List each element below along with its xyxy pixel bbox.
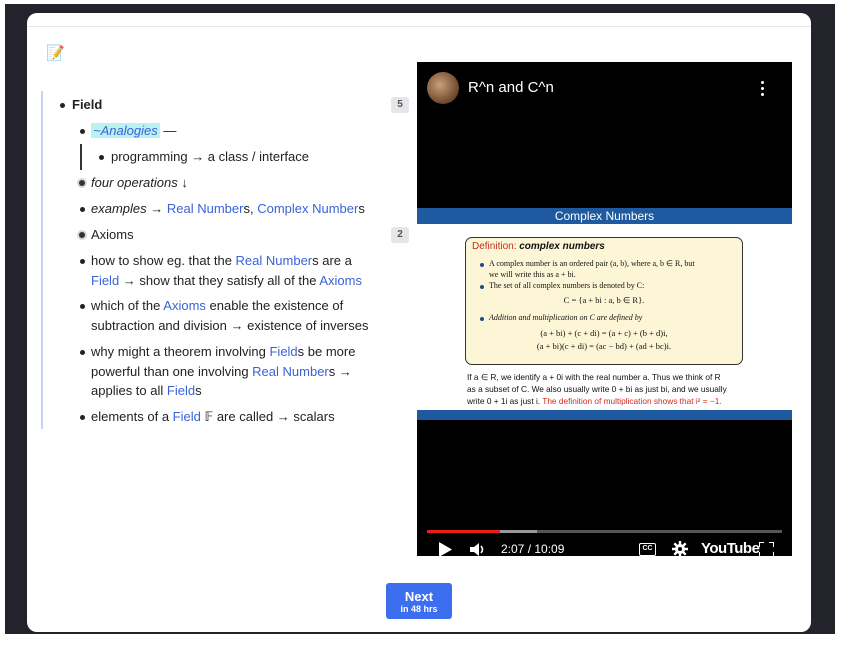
slide-bullet xyxy=(480,263,484,267)
review-card: 📝 Field 5 ~Analogies — programming → a c… xyxy=(27,13,811,632)
slide-equation: C = {a + bi : a, b ∈ R}. xyxy=(563,295,645,305)
youtube-logo[interactable]: YouTube xyxy=(701,540,760,556)
volume-icon[interactable] xyxy=(470,542,488,556)
slide-bullet xyxy=(480,285,484,289)
definition-header: Definition: complex numbers xyxy=(472,241,605,252)
text: which of the xyxy=(91,298,164,313)
axioms-link[interactable]: Axioms xyxy=(163,298,206,313)
bullet xyxy=(80,350,85,355)
slide-footer-highlight: The definition of multiplication shows t… xyxy=(542,396,722,406)
progress-bar[interactable] xyxy=(427,530,782,533)
bullet xyxy=(80,259,85,264)
slide-text: we will write this as a + bi. xyxy=(489,270,576,279)
bullet xyxy=(80,207,85,212)
field-link[interactable]: Field xyxy=(173,409,201,424)
slide-bullet xyxy=(480,317,484,321)
text: s → xyxy=(328,363,352,379)
real-number-link[interactable]: Real Number xyxy=(252,364,329,379)
bullet xyxy=(80,415,85,420)
text: elements of a xyxy=(91,409,173,424)
slide-equation: (a + bi)(c + di) = (ac − bd) + (ad + bc)… xyxy=(536,341,672,351)
outline-item-four-operations[interactable]: four operations ↓ xyxy=(91,173,188,193)
youtube-player[interactable]: R^n and C^n Complex Numbers Definition: … xyxy=(417,62,792,556)
next-label: Next xyxy=(404,589,434,604)
definition-box: Definition: complex numbers A complex nu… xyxy=(465,237,743,365)
real-number-link[interactable]: Real Number xyxy=(236,253,313,268)
app-frame: 📝 Field 5 ~Analogies — programming → a c… xyxy=(5,4,835,634)
text: → show that they satisfy all of the xyxy=(119,272,320,288)
next-schedule: in 48 hrs xyxy=(400,604,438,614)
outline-item-axioms[interactable]: Axioms xyxy=(91,225,134,245)
real-number-link[interactable]: Real Number xyxy=(167,201,244,216)
axioms-link[interactable]: Axioms xyxy=(319,273,362,288)
channel-avatar[interactable] xyxy=(427,72,459,104)
outline-item-how-to-show[interactable]: how to show eg. that the Real Numbers ar… xyxy=(91,251,401,290)
slide-footer-plain: write 0 + 1i as just i. xyxy=(467,396,543,406)
slide-text: Addition and multiplication on C are def… xyxy=(489,313,643,322)
text: why might a theorem involving xyxy=(91,344,270,359)
slide-footer-text: If a ∈ R, we identify a + 0i with the re… xyxy=(467,372,721,382)
examples-label: examples xyxy=(91,201,147,216)
settings-gear-icon[interactable] xyxy=(672,541,688,556)
bullet xyxy=(60,103,65,108)
slide-heading: Complex Numbers xyxy=(417,208,792,224)
time-display: 2:07 / 10:09 xyxy=(501,542,565,556)
video-frame-slide: Complex Numbers Definition: complex numb… xyxy=(417,208,792,420)
outline-item-programming[interactable]: programming → a class / interface xyxy=(111,147,309,167)
field-link[interactable]: Field xyxy=(269,344,297,359)
analogies-link[interactable]: ~Analogies xyxy=(91,123,160,138)
text: s are a xyxy=(312,253,352,268)
outline-root-label[interactable]: Field xyxy=(72,95,102,115)
plural-suffix: s, xyxy=(243,201,258,216)
slide-bottom-bar xyxy=(417,410,792,420)
text: s be more xyxy=(297,344,356,359)
slide-text: The set of all complex numbers is denote… xyxy=(489,281,645,290)
text: 𝔽 are called → scalars xyxy=(200,409,335,424)
slide-text: A complex number is an ordered pair (a, … xyxy=(489,259,695,268)
outline-item-analogies[interactable]: ~Analogies — xyxy=(91,121,176,141)
bullet xyxy=(80,129,85,134)
arrow-text: → xyxy=(146,201,167,216)
field-link[interactable]: Field xyxy=(91,273,119,288)
slide-footer-text: write 0 + 1i as just i. The definition o… xyxy=(467,396,722,406)
text: subtraction and division → existence of … xyxy=(91,317,369,333)
analogies-suffix: — xyxy=(159,123,177,138)
slide-footer-text: as a subset of C. We also usually write … xyxy=(467,384,727,394)
child-count-badge[interactable]: 2 xyxy=(391,227,409,243)
bullet xyxy=(80,304,85,309)
field-link[interactable]: Field xyxy=(167,383,195,398)
child-count-badge[interactable]: 5 xyxy=(391,97,409,113)
next-button[interactable]: Next in 48 hrs xyxy=(386,583,452,619)
plural-suffix: s xyxy=(358,201,365,216)
fullscreen-icon[interactable] xyxy=(759,542,774,556)
slide-equation: (a + bi) + (c + di) = (a + c) + (b + d)i… xyxy=(540,328,668,338)
video-title[interactable]: R^n and C^n xyxy=(468,79,554,96)
play-icon[interactable] xyxy=(439,542,453,556)
outline-item-elements[interactable]: elements of a Field 𝔽 are called → scala… xyxy=(91,407,335,427)
captions-icon[interactable]: CC xyxy=(639,543,656,556)
outline-item-examples[interactable]: examples → Real Numbers, Complex Numbers xyxy=(91,199,365,219)
child-guide-line xyxy=(80,144,82,170)
collapsed-bullet[interactable] xyxy=(79,180,85,186)
text: powerful than one involving xyxy=(91,363,253,379)
memo-icon[interactable]: 📝 xyxy=(46,44,65,62)
collapsed-bullet[interactable] xyxy=(79,232,85,238)
outline-item-why-theorem[interactable]: why might a theorem involving Fields be … xyxy=(91,342,401,401)
played-bar xyxy=(427,530,501,533)
definition-label: Definition: xyxy=(472,241,517,252)
text: s xyxy=(195,383,202,398)
more-options-icon[interactable] xyxy=(761,81,764,99)
bullet xyxy=(99,155,104,160)
text: how to show eg. that the xyxy=(91,253,236,268)
definition-title: complex numbers xyxy=(519,241,605,252)
divider xyxy=(27,26,811,27)
text: enable the existence of xyxy=(205,298,344,313)
outline-item-which-axioms[interactable]: which of the Axioms enable the existence… xyxy=(91,296,401,335)
complex-number-link[interactable]: Complex Number xyxy=(257,201,358,216)
text: applies to all xyxy=(91,383,167,398)
